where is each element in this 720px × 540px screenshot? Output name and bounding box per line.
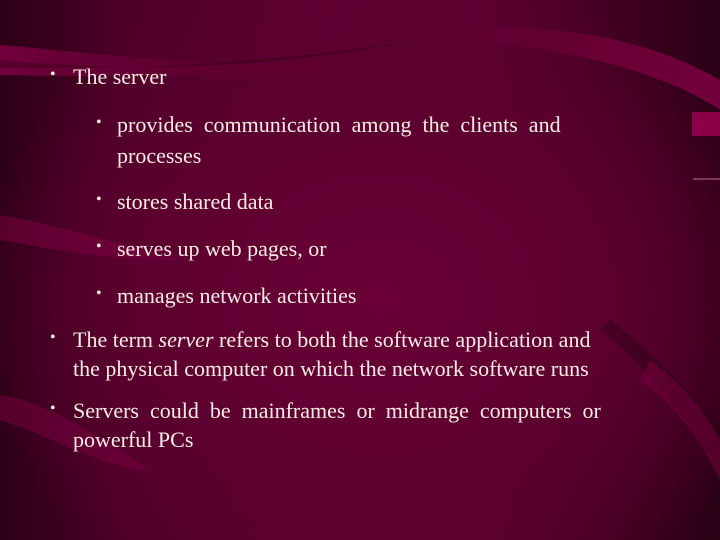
slide: • The server • provides communication am… <box>0 0 720 540</box>
bullet-text-line2: powerful PCs <box>73 427 194 452</box>
sub-bullet-text-line1: provides communication among the clients… <box>117 112 561 137</box>
sub-bullet-text: manages network activities <box>117 283 357 308</box>
bullet-text-line1: Servers could be mainframes or midrange … <box>73 398 601 423</box>
bullet-icon: • <box>50 400 56 417</box>
text-segment: The term <box>73 327 159 352</box>
emphasized-term: server <box>158 327 214 352</box>
bullet-icon: • <box>96 285 102 302</box>
bullet-text-line2: the physical computer on which the netwo… <box>73 356 589 381</box>
text-segment: refers to both the software application … <box>213 327 591 352</box>
sub-bullet-text: serves up web pages, or <box>117 236 327 261</box>
sub-bullet-text-line2: processes <box>117 143 202 168</box>
bullet-text-line1: The term server refers to both the softw… <box>73 325 590 354</box>
bullet-icon: • <box>50 329 56 346</box>
bullet-icon: • <box>96 238 102 255</box>
bullet-text: The server <box>73 64 167 89</box>
bullet-icon: • <box>96 191 102 208</box>
slide-content: • The server • provides communication am… <box>0 0 720 540</box>
sub-bullet-text: stores shared data <box>117 189 274 214</box>
bullet-icon: • <box>96 114 102 131</box>
bullet-icon: • <box>50 66 56 83</box>
